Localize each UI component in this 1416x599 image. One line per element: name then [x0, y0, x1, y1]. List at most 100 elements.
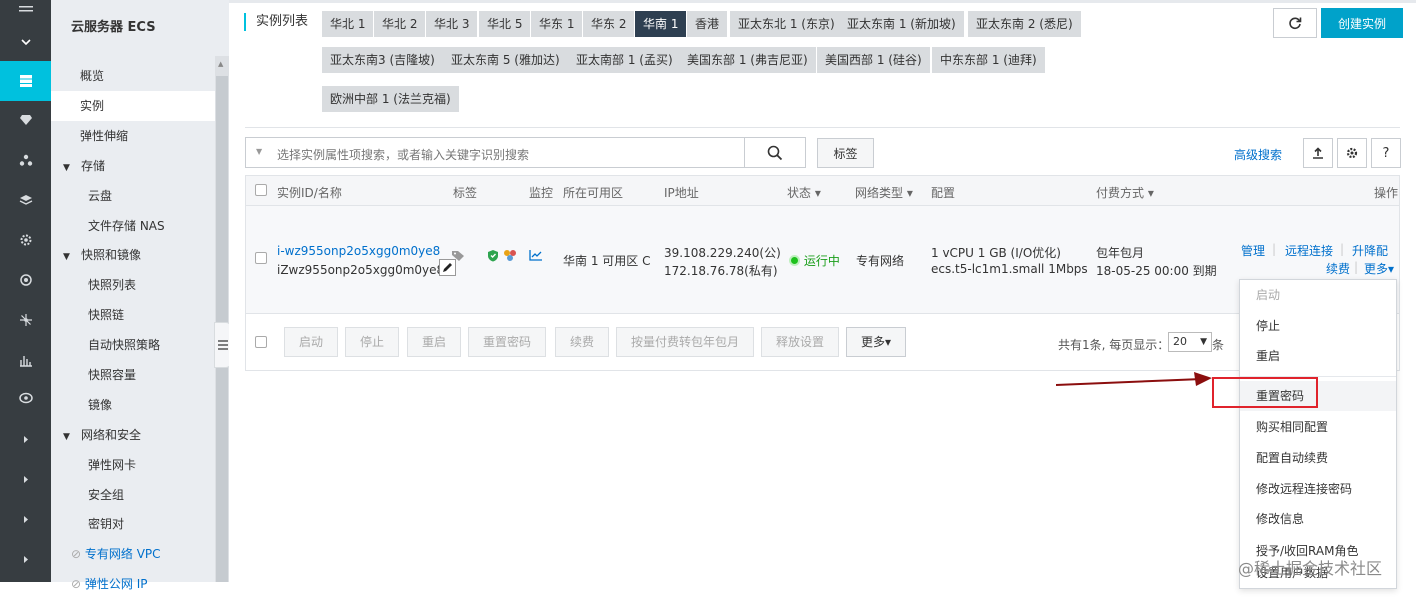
- menu-item-stop[interactable]: 停止: [1240, 311, 1396, 341]
- select-all-footer-checkbox[interactable]: [255, 336, 267, 348]
- region-tab[interactable]: 亚太南部 1 (孟买): [568, 47, 681, 73]
- sidebar-scrollbar[interactable]: ▲: [215, 56, 229, 582]
- region-tab-active[interactable]: 华南 1: [635, 11, 687, 37]
- manage-link[interactable]: 管理: [1241, 242, 1265, 259]
- region-tab[interactable]: 华东 2: [583, 11, 635, 37]
- bulk-reset-password-button[interactable]: 重置密码: [468, 327, 547, 357]
- export-button[interactable]: [1303, 138, 1333, 168]
- bulk-start-button[interactable]: 启动: [284, 327, 339, 357]
- gear-icon[interactable]: [0, 220, 51, 260]
- sidebar-item-security-groups[interactable]: 安全组: [51, 480, 215, 510]
- external-link-icon: ⊘: [71, 577, 85, 591]
- region-tab[interactable]: 华北 2: [374, 11, 426, 37]
- sidebar-item-snapshot-list[interactable]: 快照列表: [51, 270, 215, 300]
- bulk-renew-button[interactable]: 续费: [555, 327, 610, 357]
- region-tab[interactable]: 美国西部 1 (硅谷): [817, 47, 930, 73]
- network-icon[interactable]: [0, 300, 51, 340]
- sidebar-item-autoscaling[interactable]: 弹性伸缩: [51, 121, 215, 151]
- settings-button[interactable]: [1337, 138, 1367, 168]
- sidebar-group-network-security[interactable]: ▼ 网络和安全: [51, 420, 215, 450]
- column-header-id[interactable]: 实例ID/名称: [277, 184, 342, 201]
- private-ip: 172.18.76.78(私有): [664, 264, 778, 278]
- column-header-status[interactable]: 状态 ▾: [787, 184, 821, 201]
- region-tab[interactable]: 亚太东南 2 (悉尼): [968, 11, 1081, 37]
- tag-filter-button[interactable]: 标签: [817, 138, 874, 168]
- scroll-up-icon[interactable]: ▲: [218, 60, 223, 68]
- sidebar-item-overview[interactable]: 概览: [51, 61, 215, 91]
- globe-icon[interactable]: [0, 378, 51, 418]
- bulk-convert-billing-button[interactable]: 按量付费转包年包月: [616, 327, 755, 357]
- server-icon[interactable]: [0, 61, 51, 101]
- cloud-monitor-icon[interactable]: [503, 249, 518, 265]
- region-tab[interactable]: 中东东部 1 (迪拜): [932, 47, 1045, 73]
- layers-icon[interactable]: [0, 180, 51, 220]
- chevron-right-icon[interactable]: [0, 499, 51, 539]
- chevron-right-icon[interactable]: [0, 419, 51, 459]
- chart-icon[interactable]: [0, 340, 51, 380]
- region-tab[interactable]: 亚太东南3 (吉隆坡): [322, 47, 443, 73]
- caret-down-icon[interactable]: ▼: [256, 147, 262, 156]
- resize-link[interactable]: 升降配: [1352, 242, 1388, 259]
- region-tab[interactable]: 华东 1: [531, 11, 583, 37]
- cluster-icon[interactable]: [0, 140, 51, 180]
- chevron-right-icon[interactable]: [0, 539, 51, 579]
- remote-connect-link[interactable]: 远程连接: [1285, 242, 1333, 259]
- region-tab[interactable]: 华北 1: [322, 11, 374, 37]
- column-header-network[interactable]: 网络类型 ▾: [855, 184, 913, 201]
- sidebar-item-instances[interactable]: 实例: [51, 91, 215, 121]
- instance-id-link[interactable]: i-wz955onp2o5xgg0m0ye8: [277, 244, 440, 258]
- chevron-down-icon[interactable]: [0, 22, 51, 62]
- bulk-restart-button[interactable]: 重启: [407, 327, 462, 357]
- region-tab[interactable]: 亚太东南 5 (雅加达): [443, 47, 568, 73]
- chevron-right-icon[interactable]: [0, 459, 51, 499]
- sidebar-group-storage[interactable]: ▼ 存储: [51, 151, 215, 181]
- sidebar-item-disks[interactable]: 云盘: [51, 181, 215, 211]
- sidebar-item-snapshot-capacity[interactable]: 快照容量: [51, 360, 215, 390]
- select-all-checkbox[interactable]: [255, 184, 267, 196]
- sidebar-item-snapshot-chain[interactable]: 快照链: [51, 300, 215, 330]
- bulk-release-settings-button[interactable]: 释放设置: [761, 327, 840, 357]
- renew-link[interactable]: 续费: [1326, 260, 1350, 277]
- region-tab[interactable]: 欧洲中部 1 (法兰克福): [322, 86, 459, 112]
- sidebar-item-eip[interactable]: ⊘ 弹性公网 IP: [51, 569, 215, 599]
- sidebar-item-images[interactable]: 镜像: [51, 390, 215, 420]
- region-tab[interactable]: 亚太东南 1 (新加坡): [839, 11, 964, 37]
- bulk-more-button[interactable]: 更多▾: [846, 327, 907, 357]
- more-actions-link[interactable]: 更多▾: [1364, 260, 1394, 277]
- eye-icon[interactable]: [0, 260, 51, 300]
- search-input[interactable]: ▼ 选择实例属性项搜索，或者输入关键字识别搜索: [245, 137, 745, 168]
- region-tab[interactable]: 亚太东北 1 (东京): [730, 11, 843, 37]
- create-instance-button[interactable]: 创建实例: [1321, 8, 1403, 38]
- sidebar-item-vpc[interactable]: ⊘ 专有网络 VPC: [51, 539, 215, 569]
- refresh-button[interactable]: [1273, 8, 1317, 38]
- security-shield-icon[interactable]: [487, 249, 499, 265]
- bulk-stop-button[interactable]: 停止: [345, 327, 400, 357]
- sidebar-item-nas[interactable]: 文件存储 NAS: [51, 211, 215, 241]
- menu-item-buy-same-config[interactable]: 购买相同配置: [1240, 412, 1396, 442]
- menu-item-modify-info[interactable]: 修改信息: [1240, 504, 1396, 534]
- menu-item-restart[interactable]: 重启: [1240, 341, 1396, 371]
- column-header-billing[interactable]: 付费方式 ▾: [1096, 184, 1154, 201]
- sidebar-item-auto-snapshot-policy[interactable]: 自动快照策略: [51, 330, 215, 360]
- region-tab[interactable]: 美国东部 1 (弗吉尼亚): [679, 47, 816, 73]
- row-checkbox[interactable]: [255, 252, 267, 264]
- region-tab[interactable]: 华北 3: [426, 11, 478, 37]
- menu-item-auto-renew[interactable]: 配置自动续费: [1240, 443, 1396, 473]
- advanced-search-link[interactable]: 高级搜索: [1234, 146, 1282, 163]
- monitor-chart-icon[interactable]: [529, 249, 543, 264]
- edit-name-button[interactable]: [439, 259, 456, 276]
- sidebar-group-snapshots[interactable]: ▼ 快照和镜像: [51, 240, 215, 270]
- sidebar-item-keypairs[interactable]: 密钥对: [51, 509, 215, 539]
- region-tab[interactable]: 华北 5: [479, 11, 531, 37]
- help-button[interactable]: ?: [1371, 138, 1401, 168]
- menu-item-start[interactable]: 启动: [1240, 280, 1396, 310]
- search-button[interactable]: [744, 137, 806, 168]
- menu-item-change-remote-password[interactable]: 修改远程连接密码: [1240, 474, 1396, 504]
- menu-icon[interactable]: [0, 0, 51, 22]
- cloud-icon[interactable]: [0, 100, 51, 140]
- region-tab[interactable]: 香港: [687, 11, 728, 37]
- sidebar-item-eni[interactable]: 弹性网卡: [51, 450, 215, 480]
- zone-value: 华南 1 可用区 C: [563, 254, 651, 268]
- pencil-icon: [443, 263, 452, 272]
- page-size-select[interactable]: 20 ▼: [1168, 332, 1212, 352]
